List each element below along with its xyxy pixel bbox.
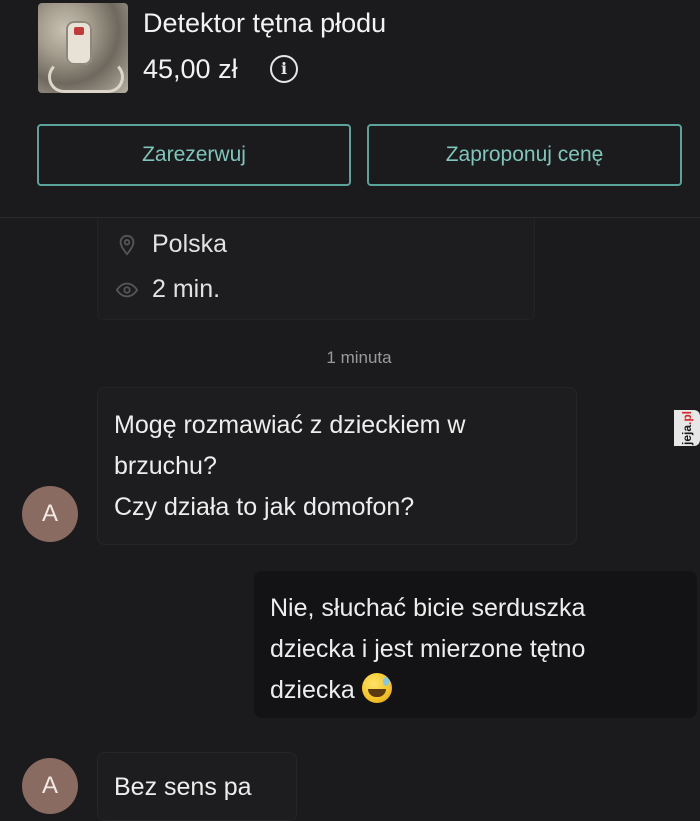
message-line: brzuchu? bbox=[114, 452, 217, 480]
make-offer-button[interactable]: Zaproponuj cenę bbox=[367, 124, 682, 186]
grinning-sweat-emoji-icon bbox=[361, 673, 392, 703]
chat-timestamp: 1 minuta bbox=[326, 348, 392, 367]
message-text: dziecka bbox=[270, 676, 355, 704]
message-line: dziecka bbox=[270, 670, 697, 711]
watermark-prefix: jeja bbox=[680, 425, 694, 446]
message-bubble-incoming: Mogę rozmawiać z dzieckiem w brzuchu? Cz… bbox=[97, 387, 577, 545]
watermark-logo: jeja .pl bbox=[674, 410, 700, 446]
location-text: Polska bbox=[152, 230, 228, 258]
listing-meta-card: Polska 2 min. bbox=[97, 218, 535, 320]
message-bubble-outgoing: Nie, słuchać bicie serduszka dziecka i j… bbox=[254, 571, 697, 718]
message-line: Bez sens pa bbox=[114, 773, 252, 801]
location-pin-icon bbox=[119, 234, 135, 256]
message-line: Mogę rozmawiać z dzieckiem w bbox=[114, 411, 466, 439]
listing-price: 45,00 zł bbox=[143, 54, 238, 84]
product-thumbnail[interactable] bbox=[38, 3, 128, 93]
seen-text: 2 min. bbox=[152, 275, 221, 303]
info-circle-icon[interactable]: i bbox=[270, 55, 298, 83]
avatar[interactable]: A bbox=[22, 486, 78, 542]
probe-cable-image bbox=[48, 61, 124, 93]
eye-icon bbox=[116, 282, 138, 297]
listing-title[interactable]: Detektor tętna płodu bbox=[143, 8, 386, 39]
location-row: Polska bbox=[116, 230, 227, 259]
message-line: dziecka i jest mierzone tętno bbox=[270, 635, 586, 663]
message-bubble-incoming: Bez sens pa bbox=[97, 752, 297, 821]
watermark-suffix: .pl bbox=[680, 411, 694, 425]
avatar[interactable]: A bbox=[22, 758, 78, 814]
reserve-button[interactable]: Zarezerwuj bbox=[37, 124, 351, 186]
fetal-doppler-image bbox=[66, 21, 92, 65]
seen-row: 2 min. bbox=[116, 275, 220, 304]
message-line: Czy działa to jak domofon? bbox=[114, 493, 415, 521]
listing-header: Detektor tętna płodu 45,00 zł i Zarezerw… bbox=[0, 0, 700, 218]
message-line: Nie, słuchać bicie serduszka bbox=[270, 594, 586, 622]
